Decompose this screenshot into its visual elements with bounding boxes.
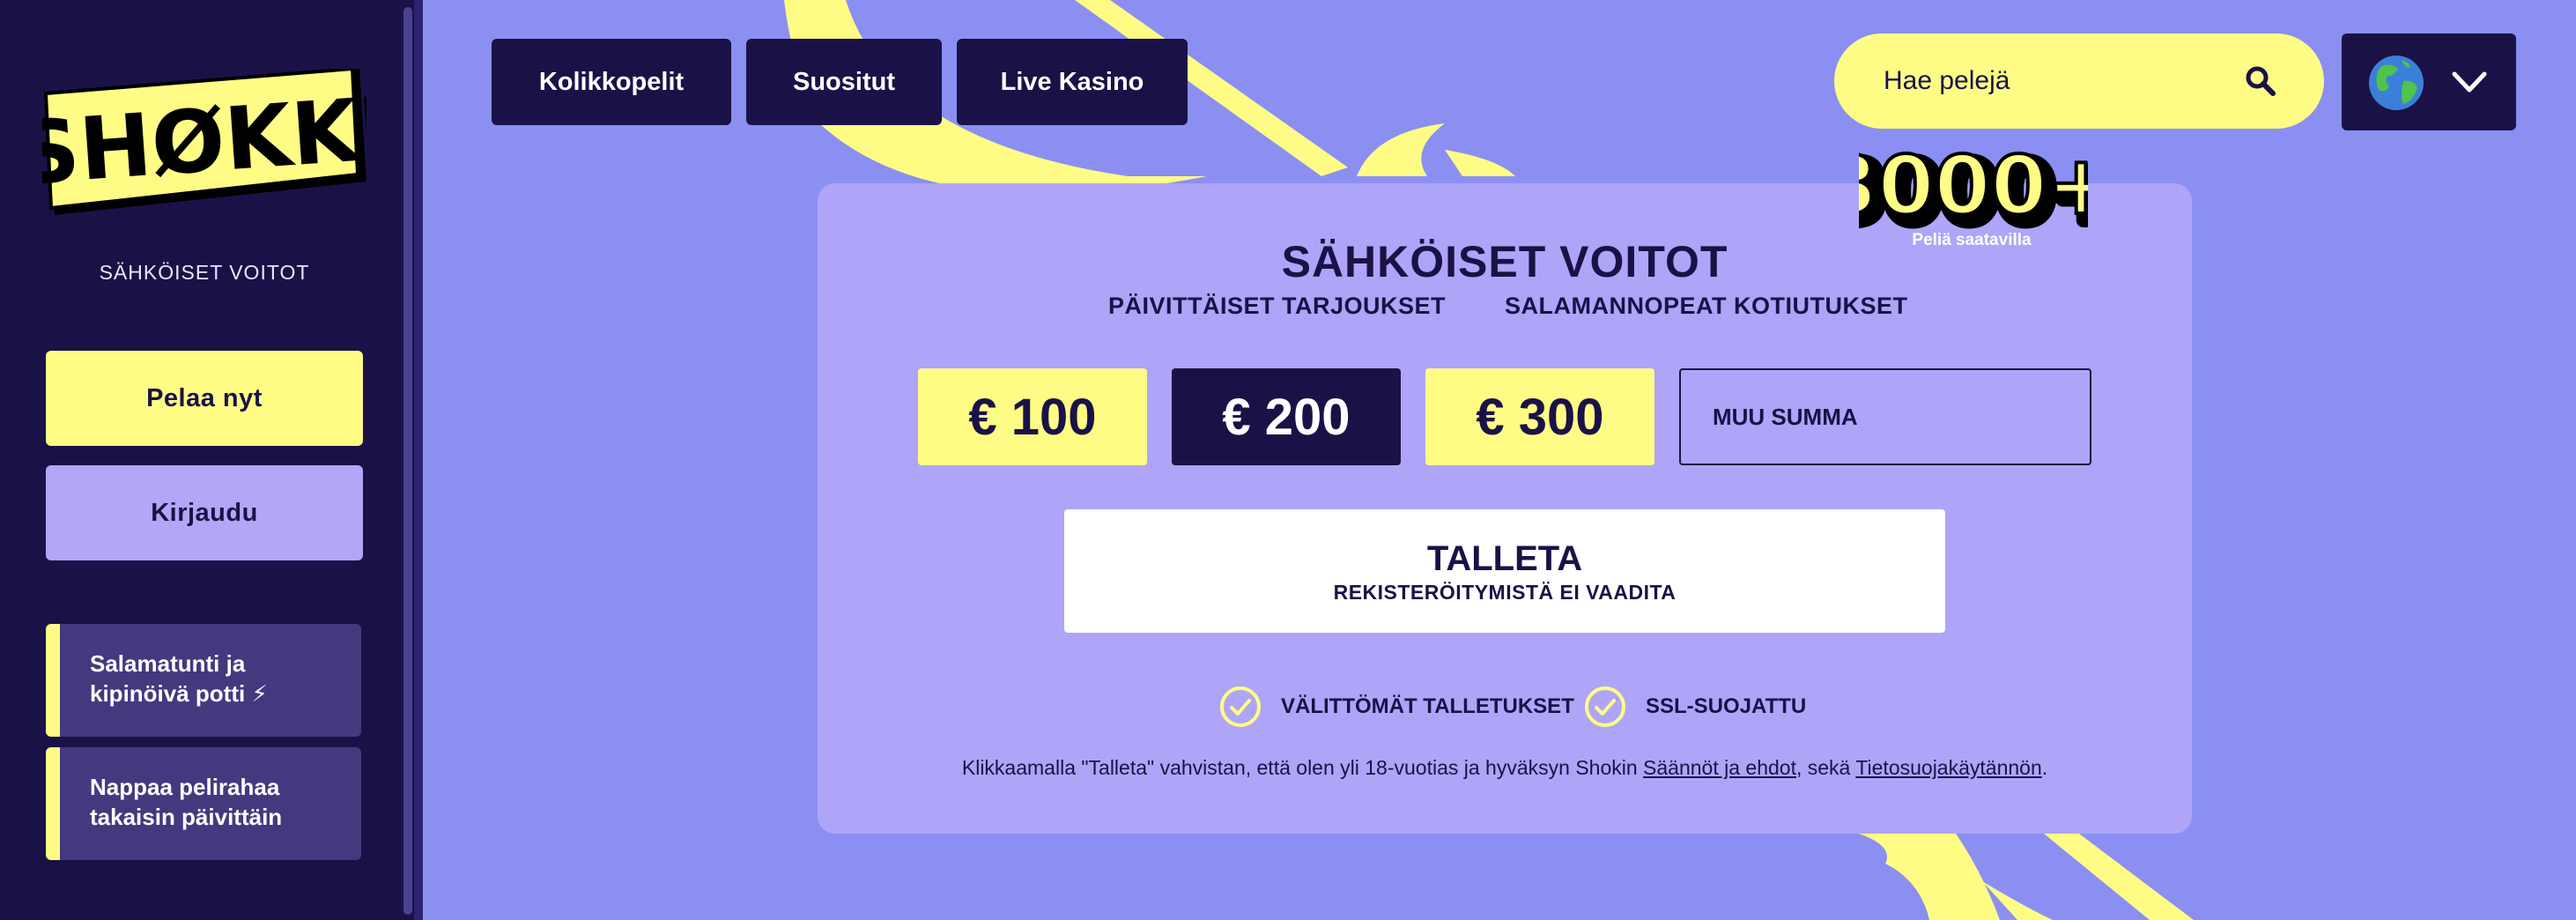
legal-disclaimer: Klikkaamalla "Talleta" vahvistan, että o… (818, 756, 2192, 780)
feature-ssl-secured: SSL-SUOJATTU (1584, 686, 1806, 728)
amount-option-100[interactable]: € 100 (918, 368, 1147, 465)
feature-instant-deposits: VÄLITTÖMÄT TALLETUKSET (1219, 686, 1574, 728)
login-button[interactable]: Kirjaudu (46, 465, 363, 560)
promo-line: takaisin päivittäin (90, 804, 283, 830)
promo-line: kipinöivä potti ⚡ (90, 680, 268, 707)
promo-line: Salamatunti ja (90, 650, 246, 677)
play-now-button[interactable]: Pelaa nyt (46, 351, 363, 446)
other-amount-input[interactable] (1711, 402, 2049, 432)
sidebar: SHØKKI SÄHKÖISET VOITOT Pelaa nyt Kirjau… (0, 0, 423, 920)
games-count-subtitle: Peliä saatavilla (1912, 231, 2032, 249)
search-icon[interactable] (2245, 65, 2276, 97)
nav-popular-button[interactable]: Suositut (746, 39, 942, 125)
card-subtitle-offers: PÄIVITTÄISET TARJOUKSET (1108, 293, 1447, 319)
feature-label: VÄLITTÖMÄT TALLETUKSET (1281, 694, 1574, 718)
legal-text: Klikkaamalla "Talleta" vahvistan, että o… (961, 756, 1644, 779)
promo-line: Nappaa pelirahaa (90, 774, 280, 800)
other-amount-field (1679, 368, 2091, 465)
nav-live-casino-button[interactable]: Live Kasino (957, 39, 1188, 125)
legal-text: , sekä (1795, 756, 1856, 779)
promo-card-lightning-hour[interactable]: Salamatunti ja kipinöivä potti ⚡ (46, 624, 361, 737)
card-subtitle-withdrawals: SALAMANNOPEAT KOTIUTUKSET (1505, 293, 1908, 319)
amount-option-300[interactable]: € 300 (1425, 368, 1654, 465)
amount-option-200-selected[interactable]: € 200 (1172, 368, 1401, 465)
deposit-button-label: TALLETA (1426, 539, 1583, 578)
search-bar (1834, 33, 2324, 129)
check-circle-icon (1585, 686, 1625, 727)
deposit-button-sublabel: REKISTERÖITYMISTÄ EI VAADITA (1333, 581, 1677, 604)
terms-link[interactable]: Säännöt ja ehdot (1643, 756, 1796, 779)
deposit-card: SÄHKÖISET VOITOT PÄIVITTÄISET TARJOUKSET… (818, 183, 2192, 834)
nav-slots-button[interactable]: Kolikkopelit (492, 39, 731, 125)
check-circle-icon (1220, 686, 1261, 727)
shokki-logo[interactable]: SHØKKI (42, 69, 366, 219)
language-selector[interactable] (2342, 33, 2516, 130)
promo-card-cashback[interactable]: Nappaa pelirahaa takaisin päivittäin (46, 747, 361, 860)
feature-label: SSL-SUOJATTU (1646, 694, 1807, 718)
deposit-button[interactable]: TALLETA REKISTERÖITYMISTÄ EI VAADITA (1064, 509, 1945, 633)
search-input[interactable] (1882, 65, 2238, 97)
chevron-down-icon (2452, 71, 2487, 93)
privacy-link[interactable]: Tietosuojakäytännön (1855, 756, 2041, 779)
legal-text: . (2041, 756, 2048, 779)
sidebar-scrollbar[interactable] (403, 7, 412, 915)
globe-icon (2369, 56, 2424, 110)
sidebar-tagline: SÄHKÖISET VOITOT (99, 261, 310, 284)
svg-text:3000+: 3000+ (1859, 138, 2088, 233)
